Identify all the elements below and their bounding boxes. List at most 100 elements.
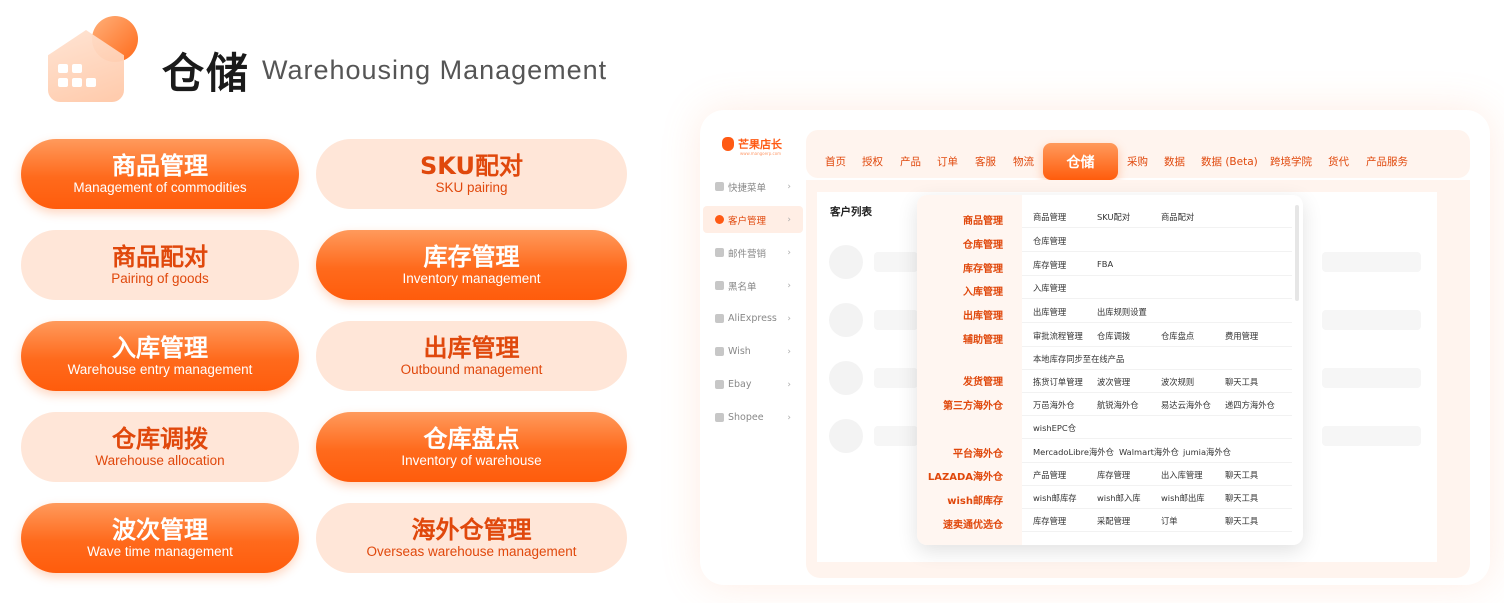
feature-allocation-button[interactable]: 仓库调拨 Warehouse allocation <box>21 412 299 482</box>
menu-category[interactable]: wish邮库存 <box>917 492 1003 507</box>
menu-item[interactable]: wish邮出库 <box>1161 492 1205 504</box>
chevron-right-icon: › <box>787 247 791 258</box>
menu-item[interactable]: 仓库调拨 <box>1097 330 1130 342</box>
feature-stocktake-button[interactable]: 仓库盘点 Inventory of warehouse <box>316 412 627 482</box>
sidebar-item-email[interactable]: 邮件营销 › <box>703 236 803 269</box>
feature-commodities-button[interactable]: 商品管理 Management of commodities <box>21 139 299 209</box>
feature-label-cn: 商品管理 <box>112 152 208 180</box>
menu-item[interactable]: 仓库盘点 <box>1161 330 1194 342</box>
sidebar-item-blacklist[interactable]: 黑名单 › <box>703 269 803 302</box>
menu-item[interactable]: 费用管理 <box>1225 330 1258 342</box>
menu-category[interactable]: 入库管理 <box>917 283 1003 298</box>
grid-icon <box>715 182 724 191</box>
feature-overseas-button[interactable]: 海外仓管理 Overseas warehouse management <box>316 503 627 573</box>
feature-entry-button[interactable]: 入库管理 Warehouse entry management <box>21 321 299 391</box>
menu-item[interactable]: 易达云海外仓 <box>1161 399 1211 411</box>
menu-item[interactable]: 波次规则 <box>1161 376 1194 388</box>
menu-row: 万邑海外仓 航锐海外仓 易达云海外仓 递四方海外仓 <box>1022 393 1292 416</box>
nav-orders[interactable]: 订单 <box>937 154 958 169</box>
nav-academy[interactable]: 跨境学院 <box>1270 154 1312 169</box>
menu-item[interactable]: wishEPC仓 <box>1033 422 1076 434</box>
menu-item[interactable]: Walmart海外仓 <box>1119 446 1179 458</box>
menu-category[interactable]: 第三方海外仓 <box>917 397 1003 412</box>
user-icon <box>715 215 724 224</box>
sidebar-item-quick-menu[interactable]: 快捷菜单 › <box>703 170 803 203</box>
menu-item[interactable]: SKU配对 <box>1097 211 1130 223</box>
nav-data-beta[interactable]: 数据 (Beta) <box>1201 154 1258 169</box>
menu-scrollbar[interactable] <box>1295 205 1299 301</box>
feature-label-en: Overseas warehouse management <box>366 544 577 559</box>
menu-category[interactable]: 库存管理 <box>917 260 1003 275</box>
menu-item[interactable]: 本地库存同步至在线产品 <box>1033 353 1124 365</box>
menu-row: 产品管理 库存管理 出入库管理 聊天工具 <box>1022 463 1292 486</box>
nav-products[interactable]: 产品 <box>900 154 921 169</box>
menu-item[interactable]: jumia海外仓 <box>1183 446 1231 458</box>
skeleton-avatar <box>829 245 863 279</box>
feature-label-cn: 商品配对 <box>112 243 208 271</box>
sidebar-item-shopee[interactable]: Shopee › <box>703 401 803 434</box>
nav-service[interactable]: 客服 <box>975 154 996 169</box>
menu-item[interactable]: 航锐海外仓 <box>1097 399 1139 411</box>
menu-item[interactable]: 仓库管理 <box>1033 235 1066 247</box>
feature-label-en: Inventory management <box>402 271 541 286</box>
menu-item[interactable]: 聊天工具 <box>1225 492 1258 504</box>
sidebar-item-ebay[interactable]: Ebay › <box>703 368 803 401</box>
menu-category[interactable]: 仓库管理 <box>917 236 1003 251</box>
menu-category[interactable]: 速卖通优选仓 <box>917 516 1003 531</box>
menu-category[interactable]: 出库管理 <box>917 307 1003 322</box>
chevron-right-icon: › <box>787 346 791 357</box>
menu-item[interactable]: wish邮库存 <box>1033 492 1077 504</box>
feature-sku-pairing-button[interactable]: SKU配对 SKU pairing <box>316 139 627 209</box>
nav-logistics[interactable]: 物流 <box>1013 154 1034 169</box>
brand-url: www.mangoerp.com <box>740 151 782 156</box>
menu-category[interactable]: LAZADA海外仓 <box>917 468 1003 483</box>
menu-item[interactable]: 万邑海外仓 <box>1033 399 1075 411</box>
menu-item[interactable]: 拣货订单管理 <box>1033 376 1083 388</box>
nav-home[interactable]: 首页 <box>825 154 846 169</box>
menu-item[interactable]: 出入库管理 <box>1161 469 1203 481</box>
menu-item[interactable]: 递四方海外仓 <box>1225 399 1275 411</box>
menu-category[interactable]: 商品管理 <box>917 212 1003 227</box>
feature-label-cn: 海外仓管理 <box>411 516 532 544</box>
feature-outbound-button[interactable]: 出库管理 Outbound management <box>316 321 627 391</box>
menu-item[interactable]: 订单 <box>1161 515 1178 527</box>
feature-inventory-button[interactable]: 库存管理 Inventory management <box>316 230 627 300</box>
menu-item[interactable]: 库存管理 <box>1033 259 1066 271</box>
sidebar-item-customers[interactable]: 客户管理 › <box>703 206 803 233</box>
nav-warehouse[interactable]: 仓储 <box>1043 143 1118 180</box>
menu-item[interactable]: FBA <box>1097 259 1113 269</box>
nav-services[interactable]: 产品服务 <box>1366 154 1408 169</box>
menu-item[interactable]: 聊天工具 <box>1225 469 1258 481</box>
menu-item[interactable]: 出库管理 <box>1033 306 1066 318</box>
menu-item[interactable]: 采配管理 <box>1097 515 1130 527</box>
nav-auth[interactable]: 授权 <box>862 154 883 169</box>
menu-category[interactable]: 发货管理 <box>917 373 1003 388</box>
sidebar-item-label: 邮件营销 <box>728 248 767 260</box>
menu-category[interactable]: 平台海外仓 <box>917 445 1003 460</box>
nav-data[interactable]: 数据 <box>1164 154 1185 169</box>
menu-item[interactable]: 商品配对 <box>1161 211 1194 223</box>
feature-label-en: Wave time management <box>87 544 233 559</box>
feature-wave-button[interactable]: 波次管理 Wave time management <box>21 503 299 573</box>
menu-item[interactable]: 聊天工具 <box>1225 376 1258 388</box>
feature-pairing-goods-button[interactable]: 商品配对 Pairing of goods <box>21 230 299 300</box>
sidebar-item-aliexpress[interactable]: AliExpress › <box>703 302 803 335</box>
menu-item[interactable]: 商品管理 <box>1033 211 1066 223</box>
nav-purchase[interactable]: 采购 <box>1127 154 1148 169</box>
menu-category[interactable]: 辅助管理 <box>917 331 1003 346</box>
menu-item[interactable]: 波次管理 <box>1097 376 1130 388</box>
menu-item[interactable]: 出库规则设置 <box>1097 306 1147 318</box>
menu-item[interactable]: 入库管理 <box>1033 282 1066 294</box>
menu-item[interactable]: 聊天工具 <box>1225 515 1258 527</box>
sidebar-item-wish[interactable]: Wish › <box>703 335 803 368</box>
menu-item[interactable]: 库存管理 <box>1097 469 1130 481</box>
menu-item[interactable]: 审批流程管理 <box>1033 330 1083 342</box>
menu-row: 审批流程管理 仓库调拨 仓库盘点 费用管理 <box>1022 324 1292 347</box>
menu-item[interactable]: MercadoLibre海外仓 <box>1033 446 1114 458</box>
nav-forwarder[interactable]: 货代 <box>1328 154 1349 169</box>
chevron-right-icon: › <box>787 280 791 291</box>
menu-item[interactable]: wish邮入库 <box>1097 492 1141 504</box>
menu-item[interactable]: 产品管理 <box>1033 469 1066 481</box>
menu-item[interactable]: 库存管理 <box>1033 515 1066 527</box>
store-icon <box>715 314 724 323</box>
